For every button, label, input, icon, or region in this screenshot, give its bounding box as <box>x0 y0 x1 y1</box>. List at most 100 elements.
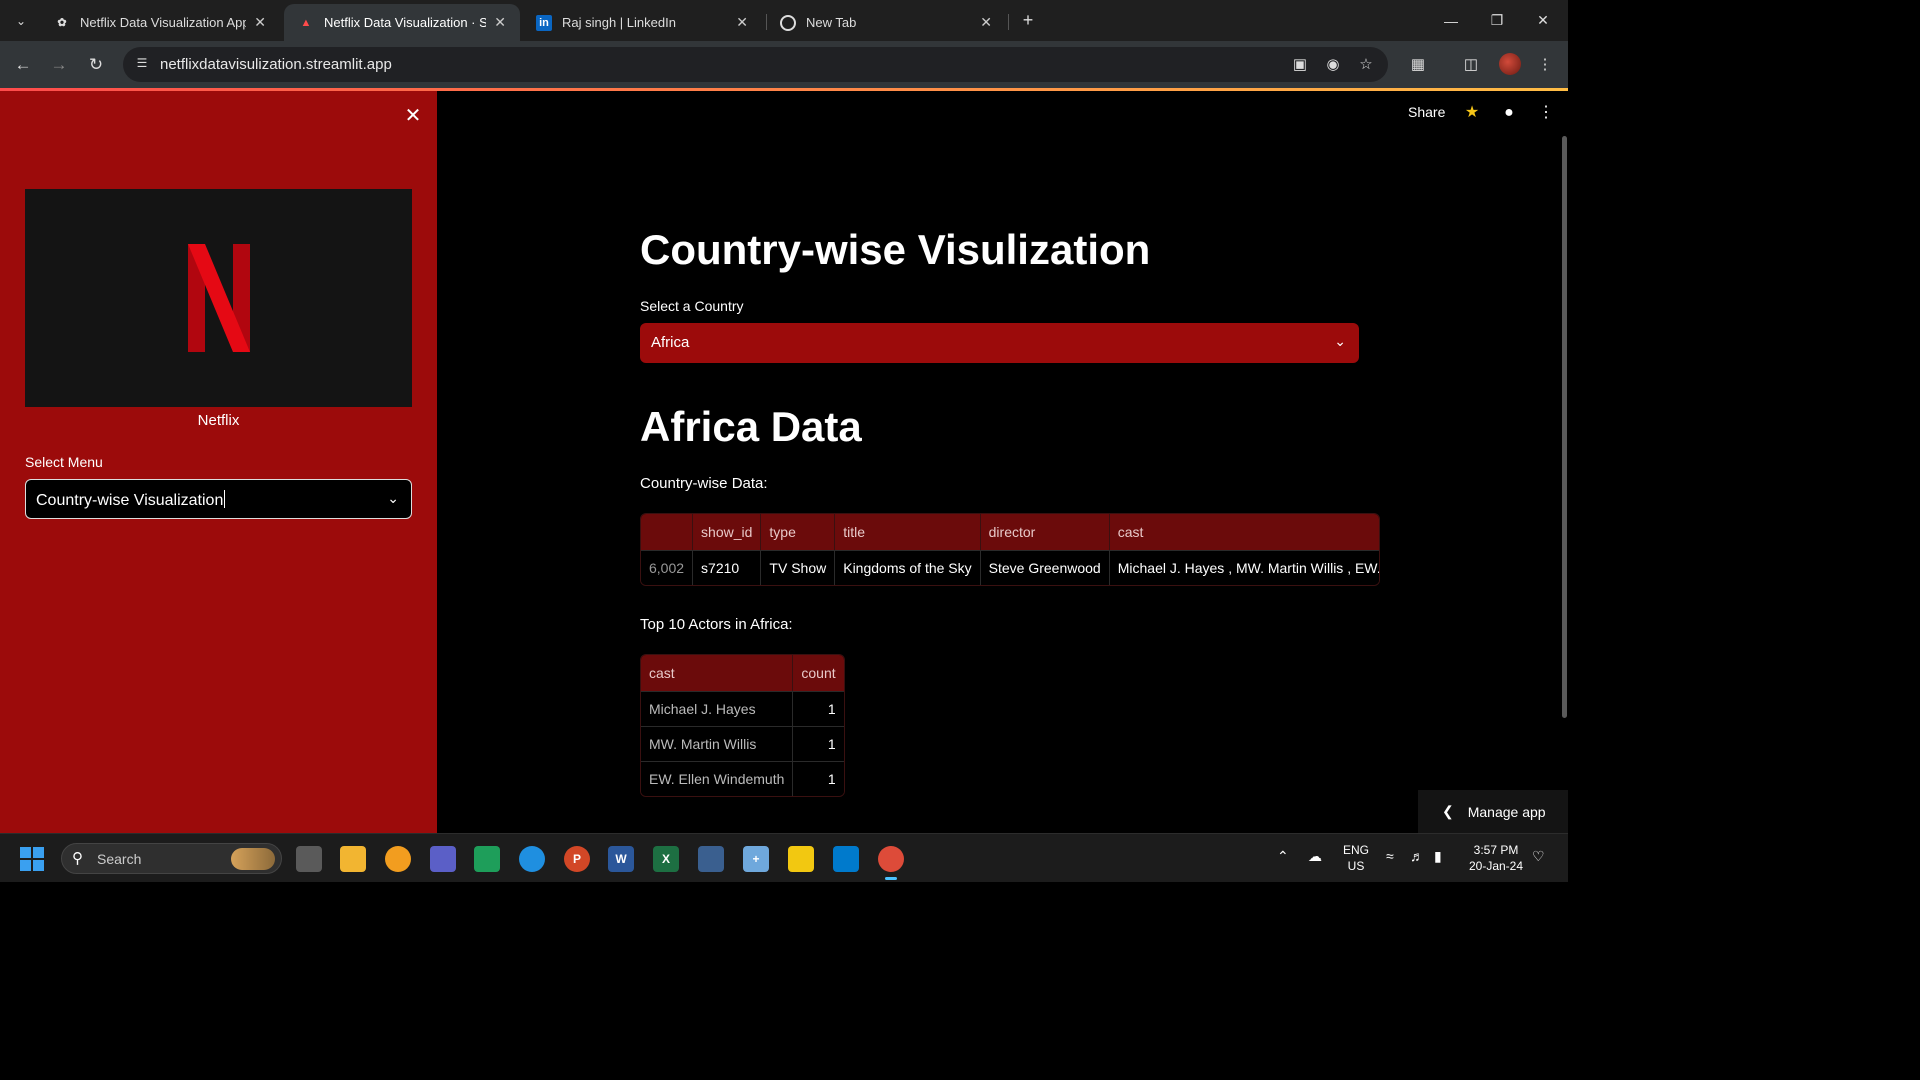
table-cell[interactable]: s7210 <box>693 550 762 585</box>
share-button[interactable]: Share <box>1408 104 1445 120</box>
browser-tab-2[interactable]: ▲ Netflix Data Visualization · Strea ✕ <box>284 4 520 41</box>
new-tab-button[interactable]: + <box>1016 8 1040 32</box>
table-cell[interactable]: Kingdoms of the Sky <box>835 550 981 585</box>
table-cell[interactable]: TV Show <box>761 550 836 585</box>
edge-icon[interactable] <box>519 846 545 872</box>
clock[interactable]: 3:57 PM 20-Jan-24 <box>1466 842 1526 874</box>
select-menu-label: Select Menu <box>25 454 103 470</box>
clock-date: 20-Jan-24 <box>1468 859 1524 873</box>
google-classroom-icon[interactable] <box>474 846 500 872</box>
excel-icon[interactable]: X <box>653 846 679 872</box>
menu-select[interactable]: Country-wise Visualization ⌄ <box>25 479 412 519</box>
top-actors-table[interactable]: cast count Michael J. Hayes 1 MW. Martin… <box>640 654 845 797</box>
close-icon[interactable]: ✕ <box>980 14 992 31</box>
medal-app-icon[interactable] <box>385 846 411 872</box>
close-icon[interactable]: ✕ <box>494 14 506 31</box>
table-cell[interactable]: 1 <box>793 691 844 726</box>
more-menu-icon[interactable]: ⋮ <box>1533 53 1557 77</box>
column-header[interactable]: count <box>793 655 844 691</box>
address-bar[interactable]: ☰ netflixdatavisulization.streamlit.app <box>123 47 1388 82</box>
volume-icon[interactable]: ♬ <box>1410 848 1424 864</box>
screen: ⌄ ✿ Netflix Data Visualization App ✕ ▲ N… <box>0 0 1568 882</box>
install-app-icon[interactable]: ▣ <box>1288 53 1312 77</box>
column-header[interactable]: cast <box>641 655 794 691</box>
region-code: US <box>1347 859 1365 873</box>
task-view-icon[interactable] <box>296 846 322 872</box>
netflix-logo-image <box>25 189 412 407</box>
country-select[interactable]: Africa ⌄ <box>640 323 1359 363</box>
table-cell[interactable]: Michael J. Hayes , MW. Martin Willis , E… <box>1109 550 1379 585</box>
site-info-icon[interactable]: ☰ <box>133 56 151 74</box>
restore-button[interactable]: ❐ <box>1474 0 1520 41</box>
column-header[interactable]: type <box>761 514 836 550</box>
side-panel-icon[interactable]: ◫ <box>1459 53 1483 77</box>
country-data-table[interactable]: show_id type title director cast 6,002 s… <box>640 513 1380 586</box>
table-row: MW. Martin Willis 1 <box>641 726 844 761</box>
column-header[interactable]: cast <box>1109 514 1379 550</box>
extensions-icon[interactable]: ▦ <box>1406 53 1430 77</box>
table-cell[interactable]: MW. Martin Willis <box>641 726 794 761</box>
top-actors-label: Top 10 Actors in Africa: <box>640 616 793 633</box>
column-header[interactable]: show_id <box>693 514 762 550</box>
window-close-button[interactable]: ✕ <box>1520 0 1566 41</box>
url-text: netflixdatavisulization.streamlit.app <box>160 56 392 73</box>
powerpoint-icon[interactable]: P <box>564 846 590 872</box>
streamlit-icon: ▲ <box>300 16 312 29</box>
file-explorer-icon[interactable] <box>340 846 366 872</box>
windows-start-icon[interactable] <box>20 847 44 871</box>
country-data-label: Country-wise Data: <box>640 475 768 492</box>
wifi-icon[interactable]: ≈ <box>1386 848 1394 864</box>
page-title: Country-wise Visulization <box>640 226 1151 273</box>
word-icon[interactable]: W <box>608 846 634 872</box>
table-cell[interactable]: 1 <box>793 726 844 761</box>
github-icon[interactable]: ● <box>1498 102 1520 124</box>
country-select-value: Africa <box>651 334 690 351</box>
back-button[interactable]: ← <box>9 51 37 79</box>
column-header[interactable]: director <box>980 514 1110 550</box>
chrome-taskbar-icon[interactable] <box>878 846 904 880</box>
table-cell[interactable]: Steve Greenwood <box>980 550 1110 585</box>
table-cell[interactable]: Michael J. Hayes <box>641 691 794 726</box>
table-cell[interactable]: 1 <box>793 761 844 796</box>
notification-bell-icon[interactable]: ♡ <box>1532 848 1545 865</box>
mysql-workbench-icon[interactable] <box>698 846 724 872</box>
language-code: ENG <box>1342 843 1369 857</box>
reload-button[interactable]: ↻ <box>82 51 110 79</box>
language-indicator[interactable]: ENG US <box>1340 842 1372 874</box>
tab-search-button[interactable]: ⌄ <box>8 8 34 34</box>
browser-tab-3[interactable]: in Raj singh | LinkedIn ✕ <box>522 4 762 41</box>
battery-icon[interactable]: ▮ <box>1434 848 1442 865</box>
table-cell[interactable]: 6,002 <box>641 550 694 585</box>
close-icon[interactable]: ✕ <box>736 14 748 31</box>
tray-overflow-icon[interactable]: ⌃ <box>1277 848 1289 865</box>
app-menu-icon[interactable]: ⋮ <box>1535 102 1557 124</box>
power-bi-icon[interactable] <box>788 846 814 872</box>
table-cell[interactable]: EW. Ellen Windemuth <box>641 761 794 796</box>
openai-icon: ✿ <box>57 17 67 29</box>
profile-avatar[interactable] <box>1499 53 1521 75</box>
column-header[interactable] <box>641 514 694 550</box>
chevron-left-icon: ❮ <box>1442 803 1454 819</box>
browser-tab-1[interactable]: ✿ Netflix Data Visualization App ✕ <box>40 4 280 41</box>
close-sidebar-icon[interactable]: ✕ <box>402 105 424 127</box>
column-header[interactable]: title <box>835 514 981 550</box>
manage-app-button[interactable]: ❮ Manage app <box>1418 790 1568 833</box>
eye-off-icon[interactable]: ◉ <box>1321 53 1345 77</box>
menu-select-text: Country-wise Visualization <box>36 492 224 509</box>
close-icon[interactable]: ✕ <box>254 14 266 31</box>
linkedin-icon: in <box>536 14 552 31</box>
forward-button[interactable]: → <box>45 51 73 79</box>
bookmark-star-icon[interactable]: ☆ <box>1354 53 1378 77</box>
star-icon[interactable]: ★ <box>1461 102 1483 124</box>
copilot-icon[interactable] <box>430 846 456 872</box>
tableau-icon[interactable]: + <box>743 846 769 872</box>
browser-tab-4[interactable]: New Tab ✕ <box>766 4 1006 41</box>
search-highlight-image <box>231 848 275 870</box>
start-logo-tile <box>20 860 31 871</box>
taskbar-search[interactable]: ⚲ Search <box>61 843 282 874</box>
tab-separator <box>1008 14 1009 30</box>
scrollbar[interactable] <box>1562 136 1567 718</box>
minimize-button[interactable]: — <box>1428 0 1474 41</box>
onedrive-icon[interactable]: ☁ <box>1308 848 1322 865</box>
vscode-icon[interactable] <box>833 846 859 872</box>
